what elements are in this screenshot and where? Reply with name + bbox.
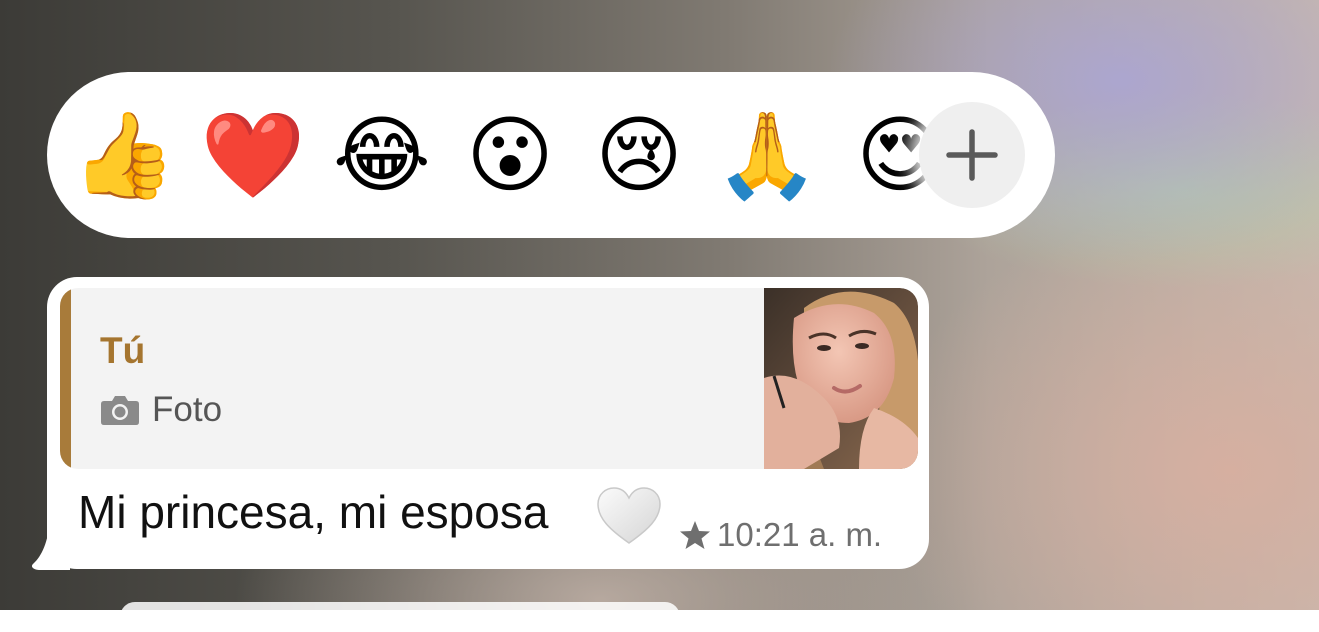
folded-hands-reaction[interactable]: 🙏 — [712, 100, 822, 210]
plus-icon — [946, 129, 998, 181]
message-text: Mi princesa, mi esposa — [78, 486, 549, 538]
crying-reaction[interactable]: 😢 — [584, 100, 694, 210]
message-bubble[interactable]: Tú Foto Mi princesa, mi esposa 10:21 a. … — [47, 277, 929, 569]
photo-thumbnail-image — [764, 288, 918, 469]
red-heart-reaction[interactable]: ❤️ — [198, 100, 308, 210]
quote-author: Tú — [100, 330, 146, 371]
tears-of-joy-reaction[interactable]: 😂 — [327, 100, 437, 210]
camera-icon — [101, 396, 139, 425]
next-message-bubble-edge — [120, 602, 680, 632]
quote-media-type: Foto — [100, 388, 222, 432]
reaction-picker: 👍 ❤️ 😂 😮 😢 🙏 😍 — [47, 72, 1055, 238]
more-reactions-button[interactable] — [919, 102, 1025, 208]
photo-thumbnail[interactable] — [764, 288, 918, 469]
message-meta: 10:21 a. m. — [679, 514, 882, 556]
quoted-message[interactable]: Tú Foto — [60, 288, 918, 469]
white-heart-icon — [597, 487, 661, 544]
thumbs-up-reaction[interactable]: 👍 — [69, 100, 179, 210]
quote-accent-bar — [60, 288, 71, 469]
quote-type-label: Foto — [152, 390, 223, 429]
star-icon — [680, 521, 710, 549]
surprised-reaction[interactable]: 😮 — [455, 100, 565, 210]
message-timestamp: 10:21 a. m. — [717, 516, 883, 553]
